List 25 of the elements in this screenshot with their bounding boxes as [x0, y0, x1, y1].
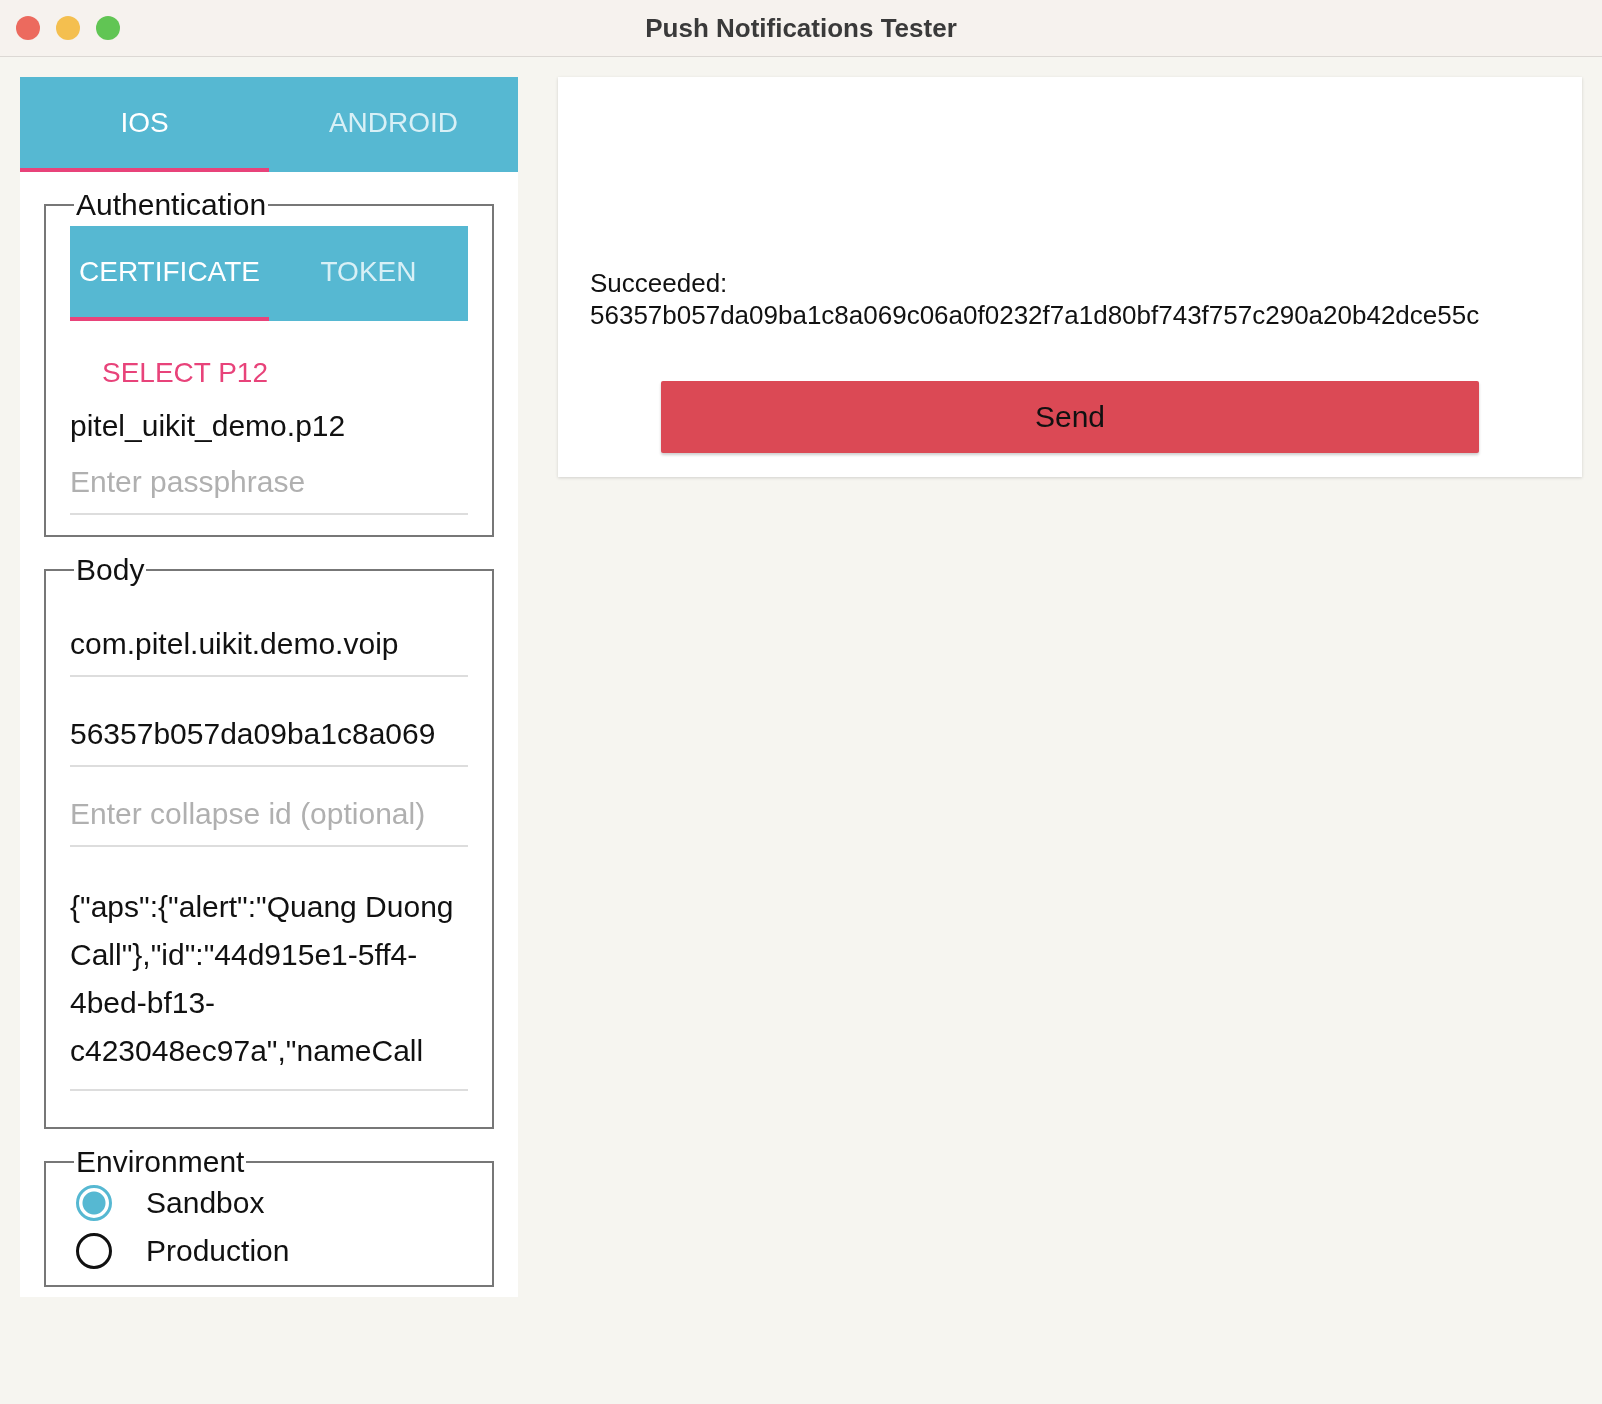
platform-tab[interactable]: IOS — [20, 77, 269, 172]
window-title: Push Notifications Tester — [645, 12, 957, 44]
device-token-field[interactable]: 56357b057da09ba1c8a069 — [70, 695, 468, 767]
payload-field[interactable]: {"aps":{"alert":"Quang Duong Call"},"id":"44d915e1-5ff4-4bed-bf13-c423048ec97a","nameCall — [70, 855, 468, 1091]
file-name: pitel_uikit_demo.p12 — [70, 409, 347, 443]
zoom-icon[interactable] — [96, 16, 120, 40]
topic-field[interactable]: com.pitel.uikit.demo.voip — [70, 605, 468, 677]
send-button[interactable]: Send — [661, 381, 1479, 453]
passphrase-field[interactable]: Enter passphrase — [70, 443, 468, 515]
result-status: Succeeded: — [590, 267, 729, 299]
close-icon[interactable] — [16, 16, 40, 40]
auth-tab[interactable]: TOKEN — [269, 226, 468, 321]
radio-button[interactable] — [76, 1233, 112, 1269]
group-legend: Body — [74, 553, 147, 587]
radio-label: Production — [146, 1234, 290, 1268]
collapse-id-field[interactable]: Enter collapse id (optional) — [70, 775, 468, 847]
result-message: 56357b057da09ba1c8a069c06a0f0232f7a1d80bf743f757c290a20b42dce55c — [590, 299, 1481, 331]
minimize-icon[interactable] — [56, 16, 80, 40]
select-file-button[interactable]: SELECT P12 — [100, 351, 271, 395]
platform-tab[interactable]: ANDROID — [269, 77, 518, 172]
group-legend: Authentication — [74, 188, 269, 222]
radio-button[interactable] — [76, 1185, 112, 1221]
radio-label: Sandbox — [146, 1186, 265, 1220]
auth-tab[interactable]: CERTIFICATE — [70, 226, 269, 321]
group-legend: Environment — [74, 1145, 247, 1179]
